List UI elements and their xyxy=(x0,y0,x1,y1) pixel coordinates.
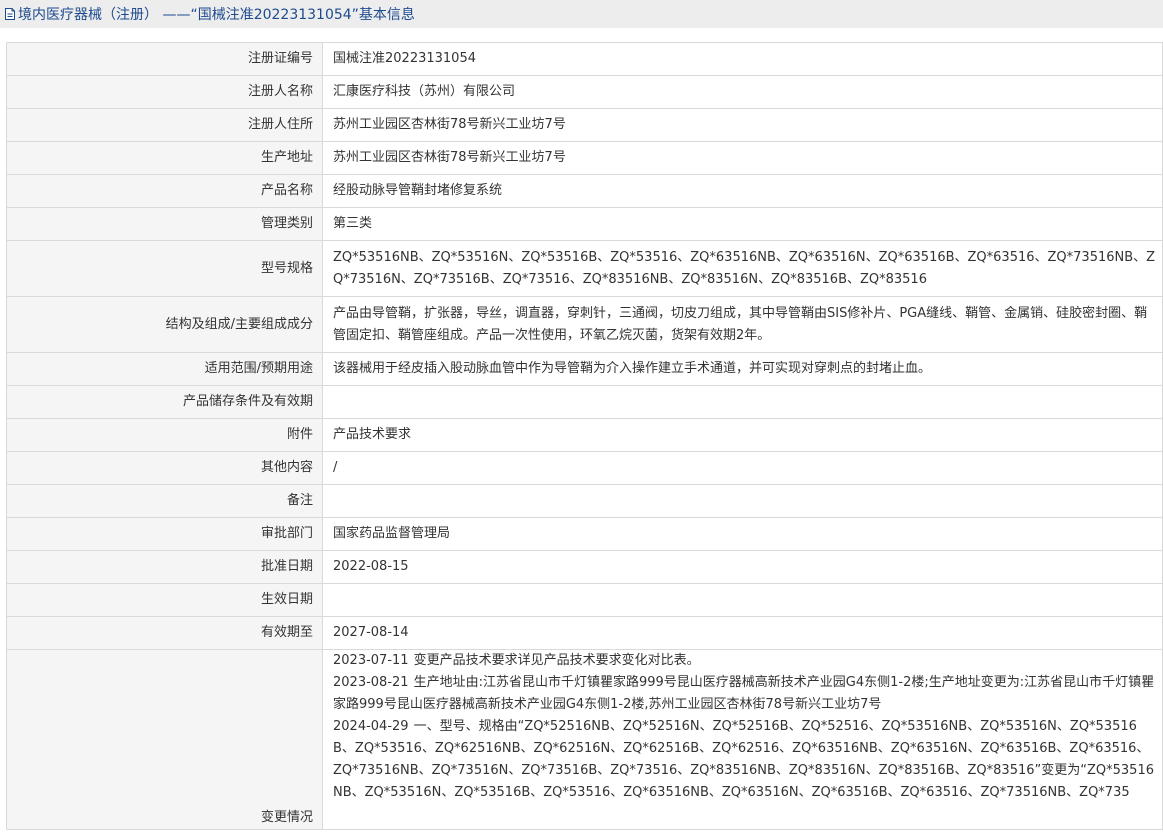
table-row: 型号规格 ZQ*53516NB、ZQ*53516N、ZQ*53516B、ZQ*5… xyxy=(6,240,1163,297)
row-label: 管理类别 xyxy=(6,207,323,241)
row-label: 备注 xyxy=(6,484,323,518)
row-label: 型号规格 xyxy=(6,240,323,297)
table-row: 产品名称 经股动脉导管鞘封堵修复系统 xyxy=(6,174,1163,208)
row-label: 变更情况 xyxy=(6,649,323,830)
row-label: 注册证编号 xyxy=(6,42,323,76)
change-entry: 2024-04-29 一、型号、规格由“ZQ*52516NB、ZQ*52516N、… xyxy=(333,716,1156,804)
table-row: 注册人名称 汇康医疗科技（苏州）有限公司 xyxy=(6,75,1163,109)
row-label: 批准日期 xyxy=(6,550,323,584)
row-value: 该器械用于经皮插入股动脉血管中作为导管鞘为介入操作建立手术通道，并可实现对穿刺点… xyxy=(322,352,1163,386)
row-value: 2022-08-15 xyxy=(322,550,1163,584)
row-label: 其他内容 xyxy=(6,451,323,485)
row-value: 产品技术要求 xyxy=(322,418,1163,452)
row-label: 生效日期 xyxy=(6,583,323,617)
table-row: 生效日期 xyxy=(6,583,1163,617)
row-label: 生产地址 xyxy=(6,141,323,175)
change-text: 变更产品技术要求详见产品技术要求变化对比表。 xyxy=(413,653,700,668)
row-value: 第三类 xyxy=(322,207,1163,241)
table-row: 审批部门 国家药品监督管理局 xyxy=(6,517,1163,551)
row-value xyxy=(322,484,1163,518)
row-value xyxy=(322,583,1163,617)
change-entry: 2023-08-21 生产地址由:江苏省昆山市千灯镇瞿家路999号昆山医疗器械高新… xyxy=(333,672,1156,716)
table-row: 备注 xyxy=(6,484,1163,518)
row-label: 结构及组成/主要组成成分 xyxy=(6,296,323,353)
table-row: 附件 产品技术要求 xyxy=(6,418,1163,452)
row-label: 注册人名称 xyxy=(6,75,323,109)
row-value: 苏州工业园区杏林街78号新兴工业坊7号 xyxy=(322,108,1163,142)
change-date: 2024-04-29 xyxy=(333,719,409,734)
row-value: / xyxy=(322,451,1163,485)
change-entry: 2023-07-11 变更产品技术要求详见产品技术要求变化对比表。 xyxy=(333,650,1156,672)
row-label: 注册人住所 xyxy=(6,108,323,142)
page-header: 境内医疗器械（注册） ——“国械注准20223131054”基本信息 xyxy=(0,0,1163,28)
row-label: 审批部门 xyxy=(6,517,323,551)
row-value: 国家药品监督管理局 xyxy=(322,517,1163,551)
row-label: 产品名称 xyxy=(6,174,323,208)
change-text: 一、型号、规格由“ZQ*52516NB、ZQ*52516N、ZQ*52516B、… xyxy=(333,719,1154,800)
change-text: 生产地址由:江苏省昆山市千灯镇瞿家路999号昆山医疗器械高新技术产业园G4东侧1… xyxy=(333,675,1155,712)
change-history: 2023-07-11 变更产品技术要求详见产品技术要求变化对比表。 2023-08… xyxy=(322,649,1163,830)
row-value xyxy=(322,385,1163,419)
table-row: 结构及组成/主要组成成分 产品由导管鞘，扩张器，导丝，调直器，穿刺针，三通阀，切… xyxy=(6,296,1163,353)
table-row: 管理类别 第三类 xyxy=(6,207,1163,241)
page-title: 境内医疗器械（注册） ——“国械注准20223131054”基本信息 xyxy=(18,7,415,23)
row-label: 产品储存条件及有效期 xyxy=(6,385,323,419)
row-label: 附件 xyxy=(6,418,323,452)
change-date: 2023-07-11 xyxy=(333,653,409,668)
table-row-changes: 变更情况 2023-07-11 变更产品技术要求详见产品技术要求变化对比表。 20… xyxy=(6,649,1163,830)
row-value: 国械注准20223131054 xyxy=(322,42,1163,76)
table-row: 其他内容 / xyxy=(6,451,1163,485)
table-row: 注册证编号 国械注准20223131054 xyxy=(6,42,1163,76)
row-label: 有效期至 xyxy=(6,616,323,650)
registration-info-table: 注册证编号 国械注准20223131054 注册人名称 汇康医疗科技（苏州）有限… xyxy=(6,42,1163,830)
row-value: 2027-08-14 xyxy=(322,616,1163,650)
table-row: 批准日期 2022-08-15 xyxy=(6,550,1163,584)
table-row: 注册人住所 苏州工业园区杏林街78号新兴工业坊7号 xyxy=(6,108,1163,142)
row-label: 适用范围/预期用途 xyxy=(6,352,323,386)
table-row: 有效期至 2027-08-14 xyxy=(6,616,1163,650)
table-row: 适用范围/预期用途 该器械用于经皮插入股动脉血管中作为导管鞘为介入操作建立手术通… xyxy=(6,352,1163,386)
row-value: 经股动脉导管鞘封堵修复系统 xyxy=(322,174,1163,208)
row-value: 产品由导管鞘，扩张器，导丝，调直器，穿刺针，三通阀，切皮刀组成，其中导管鞘由SI… xyxy=(322,296,1163,353)
change-date: 2023-08-21 xyxy=(333,675,409,690)
row-value: 汇康医疗科技（苏州）有限公司 xyxy=(322,75,1163,109)
table-row: 生产地址 苏州工业园区杏林街78号新兴工业坊7号 xyxy=(6,141,1163,175)
document-icon xyxy=(4,7,16,21)
table-row: 产品储存条件及有效期 xyxy=(6,385,1163,419)
row-value: 苏州工业园区杏林街78号新兴工业坊7号 xyxy=(322,141,1163,175)
row-value: ZQ*53516NB、ZQ*53516N、ZQ*53516B、ZQ*53516、… xyxy=(322,240,1163,297)
